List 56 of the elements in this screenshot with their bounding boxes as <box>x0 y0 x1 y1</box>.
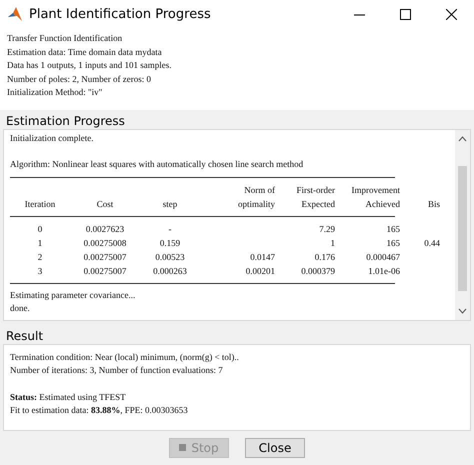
table-cell-text: 0.00275008 <box>82 238 128 248</box>
table-cell-text: 2 <box>36 252 44 262</box>
window-title: Plant Identification Progress <box>29 6 212 22</box>
table-cell-text: 0 <box>36 224 44 234</box>
table-cell-text: 0.0147 <box>249 252 275 262</box>
column-header: Achieved <box>364 198 400 208</box>
column-header: Iteration <box>24 198 56 208</box>
scroll-thumb[interactable] <box>458 166 467 290</box>
log-line: Initialization complete. <box>10 132 94 145</box>
table-cell-text: 165 <box>386 224 400 234</box>
table-cell-text: 0.000467 <box>365 252 400 262</box>
scrollbar[interactable] <box>455 130 470 320</box>
info-line: Estimation data: Time domain data mydata <box>7 46 163 59</box>
table-cell-text: - <box>168 224 172 234</box>
scroll-down-icon[interactable] <box>458 308 467 314</box>
info-line: Number of poles: 2, Number of zeros: 0 <box>7 72 152 86</box>
column-header: Norm of <box>243 184 275 194</box>
column-header: Expected <box>300 198 335 208</box>
table-cell-text: 1 <box>330 238 335 248</box>
log-line: Algorithm: Nonlinear least squares with automatically chosen line search method <box>10 158 304 171</box>
table-cell-text: 0.0027623 <box>84 224 126 234</box>
result-line: Number of iterations: 3, Number of function evaluations: 7 <box>10 364 224 377</box>
column-header: step <box>162 198 178 208</box>
app-logo-icon <box>7 6 23 22</box>
info-line: Data has 1 outputs, 1 inputs and 101 samples. <box>7 59 172 72</box>
info-line: Transfer Function Identification <box>7 32 124 45</box>
close-icon[interactable] <box>446 8 456 20</box>
table-cell-text: 0.00275007 <box>82 252 128 262</box>
table-cell-text: 3 <box>36 266 44 276</box>
table-cell-text: 1 <box>36 238 44 248</box>
table-cell-text: 1.01e-06 <box>367 266 400 276</box>
table-cell-text: 0.000263 <box>152 266 188 276</box>
column-header: optimality <box>237 198 275 208</box>
info-line: Initialization Method: "iv" <box>7 86 104 99</box>
column-header: Improvement <box>350 184 400 194</box>
table-cell-text: 0.44 <box>423 238 440 248</box>
close-button[interactable]: Close <box>245 438 305 458</box>
table-cell-text: 0.176 <box>314 252 335 262</box>
column-header: Bis <box>426 198 440 208</box>
log-line: Estimating parameter covariance... <box>10 288 136 302</box>
stop-icon <box>179 444 186 452</box>
log-line: done. <box>10 302 31 315</box>
status-text: Status: Estimated using TFEST <box>10 390 127 404</box>
table-cell-text: 0.00275007 <box>82 266 128 276</box>
table-cell-text: 0.00523 <box>154 252 186 262</box>
result-line: Termination condition: Near (local) minimum, (norm(g) < tol).. <box>10 350 240 364</box>
maximize-icon[interactable] <box>400 8 410 20</box>
table-cell-text: 7.29 <box>318 224 335 234</box>
table-cell-text: 0.00201 <box>244 266 275 276</box>
scroll-up-icon[interactable] <box>458 136 467 142</box>
fit-text: Fit to estimation data: 83.88%, FPE: 0.00303653 <box>10 404 189 417</box>
table-cell-text: 0.159 <box>158 238 182 248</box>
column-header: First-order <box>296 184 335 194</box>
table-cell-text: 0.000379 <box>300 266 335 276</box>
table-cell-text: 165 <box>386 238 400 248</box>
column-header: Cost <box>96 198 114 208</box>
